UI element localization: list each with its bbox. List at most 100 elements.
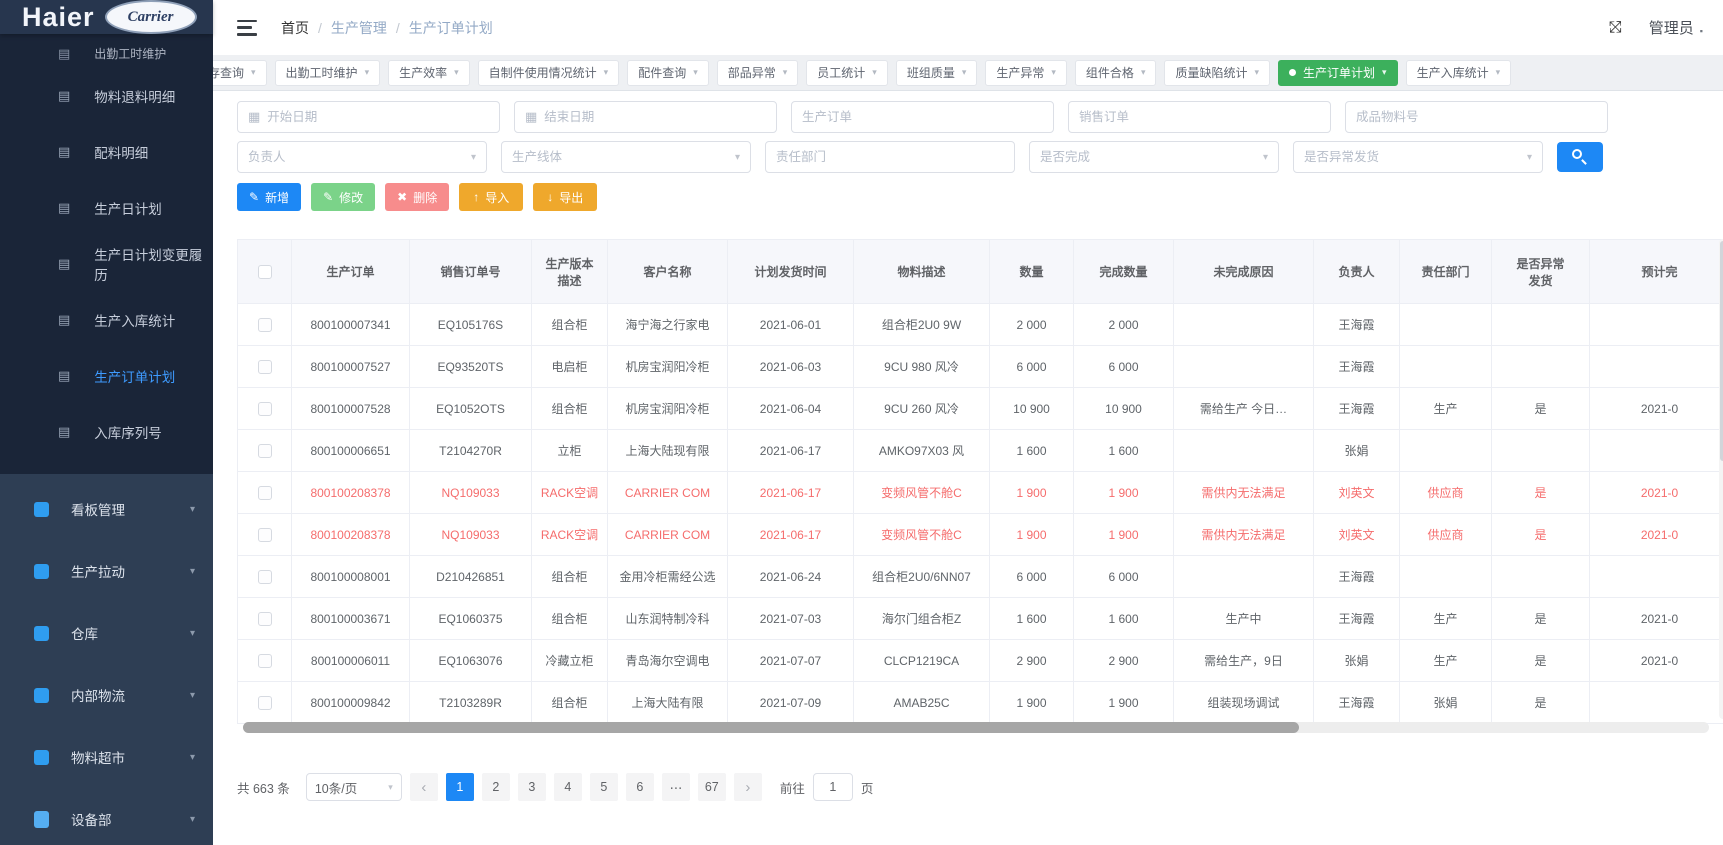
sidebar-item[interactable]: ▤配料明细 bbox=[0, 124, 213, 180]
filter-field bbox=[791, 101, 1054, 133]
cell: NQ109033 bbox=[410, 472, 532, 514]
tab-item[interactable]: 生产异常▾ bbox=[985, 60, 1067, 86]
search-button[interactable] bbox=[1557, 142, 1603, 172]
cell: 9CU 980 风冷 bbox=[854, 346, 990, 388]
sidebar-item[interactable]: ▤物料退料明细 bbox=[0, 68, 213, 124]
row-checkbox[interactable] bbox=[258, 528, 272, 542]
row-checkbox[interactable] bbox=[258, 654, 272, 668]
row-checkbox[interactable] bbox=[258, 360, 272, 374]
cell: RACK空调 bbox=[532, 472, 608, 514]
sidebar-item[interactable]: ▤生产入库统计 bbox=[0, 292, 213, 348]
table-row: 800100008001D210426851组合柜金用冷柜需经公选2021-06… bbox=[238, 556, 1723, 598]
tab-item[interactable]: 配件查询▾ bbox=[627, 60, 709, 86]
chevron-down-icon: ▾ bbox=[365, 67, 370, 78]
filter-select[interactable] bbox=[248, 150, 464, 164]
page-button-2[interactable]: 2 bbox=[482, 773, 510, 801]
list-icon: ▤ bbox=[58, 424, 70, 440]
sidebar-item[interactable]: ▤入库序列号 bbox=[0, 404, 213, 460]
filter-select[interactable] bbox=[1304, 150, 1520, 164]
cell: 1 900 bbox=[990, 514, 1074, 556]
page-button-1[interactable]: 1 bbox=[446, 773, 474, 801]
page-button-3[interactable]: 3 bbox=[518, 773, 546, 801]
horizontal-scrollbar-thumb[interactable] bbox=[243, 722, 1299, 733]
sidebar-group-item[interactable]: 设备部▾ bbox=[0, 788, 213, 845]
tab-item[interactable]: 部品异常▾ bbox=[717, 60, 799, 86]
cell: 组合柜2U0/6NN07 bbox=[854, 556, 990, 598]
filter-input[interactable] bbox=[802, 110, 1043, 124]
row-checkbox[interactable] bbox=[258, 444, 272, 458]
sidebar-group-item[interactable]: 内部物流▾ bbox=[0, 664, 213, 726]
row-checkbox[interactable] bbox=[258, 402, 272, 416]
breadcrumb-home[interactable]: 首页 bbox=[281, 18, 309, 38]
filter-select[interactable] bbox=[512, 150, 728, 164]
filter-select[interactable] bbox=[1040, 150, 1256, 164]
row-checkbox[interactable] bbox=[258, 318, 272, 332]
user-menu[interactable]: 管理员 ▪ bbox=[1649, 17, 1703, 38]
page-button-4[interactable]: 4 bbox=[554, 773, 582, 801]
goto-page-input[interactable] bbox=[813, 773, 853, 801]
column-header: 生产版本 描述 bbox=[532, 240, 608, 304]
tab-item[interactable]: 库存查询▾ bbox=[213, 60, 267, 86]
filter-input[interactable] bbox=[544, 110, 766, 124]
next-page-button[interactable]: › bbox=[734, 773, 762, 801]
cell: 青岛海尔空调电 bbox=[608, 640, 728, 682]
row-checkbox[interactable] bbox=[258, 486, 272, 500]
tab-active[interactable]: 生产订单计划▾ bbox=[1278, 60, 1398, 86]
filter-input[interactable] bbox=[776, 150, 1004, 164]
row-checkbox[interactable] bbox=[258, 696, 272, 710]
active-dot-icon bbox=[1289, 69, 1296, 76]
导出-button[interactable]: ↓导出 bbox=[533, 183, 597, 211]
tab-item[interactable]: 组件合格▾ bbox=[1075, 60, 1157, 86]
sidebar-item[interactable]: ▤生产订单计划 bbox=[0, 348, 213, 404]
brand-logo: Haier Carrier bbox=[0, 0, 213, 34]
sidebar-item[interactable]: ▤出勤工时维护 bbox=[0, 34, 213, 68]
select-all-checkbox[interactable] bbox=[258, 265, 272, 279]
filter-input[interactable] bbox=[1356, 110, 1597, 124]
page-size-select[interactable]: 10条/页 ▾ bbox=[306, 773, 402, 801]
tab-item[interactable]: 班组质量▾ bbox=[896, 60, 978, 86]
main-area: 首页 / 生产管理 / 生产订单计划 管理员 ▪ 库存查询▾出勤工时维护▾生产效… bbox=[213, 0, 1723, 845]
cell: 组合柜2U0 9W bbox=[854, 304, 990, 346]
cell: 2021-0 bbox=[1590, 598, 1723, 640]
hamburger-icon[interactable] bbox=[237, 20, 257, 36]
more-pages-button[interactable]: ⋯ bbox=[662, 773, 690, 801]
tab-item[interactable]: 员工统计▾ bbox=[806, 60, 888, 86]
新增-button[interactable]: ✎新增 bbox=[237, 183, 301, 211]
table-row: 800100009842T2103289R组合柜上海大陆有限2021-07-09… bbox=[238, 682, 1723, 724]
tab-item[interactable]: 生产入库统计▾ bbox=[1406, 60, 1512, 86]
cell: 组合柜 bbox=[532, 682, 608, 724]
cell: 王海霞 bbox=[1314, 682, 1400, 724]
import-icon: ↑ bbox=[473, 190, 479, 204]
prev-page-button[interactable]: ‹ bbox=[410, 773, 438, 801]
修改-button[interactable]: ✎修改 bbox=[311, 183, 375, 211]
cell bbox=[1400, 430, 1492, 472]
sidebar-item[interactable]: ▤生产日计划 bbox=[0, 180, 213, 236]
list-icon: ▤ bbox=[58, 256, 70, 272]
tab-label: 生产效率 bbox=[399, 64, 447, 81]
page-button-6[interactable]: 6 bbox=[626, 773, 654, 801]
page-button-67[interactable]: 67 bbox=[698, 773, 726, 801]
chevron-down-icon: ▾ bbox=[1382, 67, 1387, 78]
cell: 王海霞 bbox=[1314, 388, 1400, 430]
sidebar-group-item[interactable]: 看板管理▾ bbox=[0, 478, 213, 540]
filter-input[interactable] bbox=[267, 110, 489, 124]
row-checkbox[interactable] bbox=[258, 570, 272, 584]
filter-input[interactable] bbox=[1079, 110, 1320, 124]
sidebar-group-item[interactable]: 物料超市▾ bbox=[0, 726, 213, 788]
cell: 2021-06-03 bbox=[728, 346, 854, 388]
breadcrumb-section[interactable]: 生产管理 bbox=[331, 18, 387, 38]
tab-item[interactable]: 生产效率▾ bbox=[388, 60, 470, 86]
sidebar-item[interactable]: ▤生产日计划变更履历 bbox=[0, 236, 213, 292]
tab-item[interactable]: 质量缺陷统计▾ bbox=[1164, 60, 1270, 86]
tab-item[interactable]: 自制件使用情况统计▾ bbox=[478, 60, 620, 86]
cell: 王海霞 bbox=[1314, 556, 1400, 598]
sidebar-group-item[interactable]: 仓库▾ bbox=[0, 602, 213, 664]
sidebar-group-item[interactable]: 生产拉动▾ bbox=[0, 540, 213, 602]
page-button-5[interactable]: 5 bbox=[590, 773, 618, 801]
checkbox-cell bbox=[238, 598, 292, 640]
删除-button[interactable]: ✖删除 bbox=[385, 183, 449, 211]
tab-item[interactable]: 出勤工时维护▾ bbox=[275, 60, 381, 86]
导入-button[interactable]: ↑导入 bbox=[459, 183, 523, 211]
fullscreen-icon[interactable] bbox=[1609, 19, 1627, 37]
row-checkbox[interactable] bbox=[258, 612, 272, 626]
